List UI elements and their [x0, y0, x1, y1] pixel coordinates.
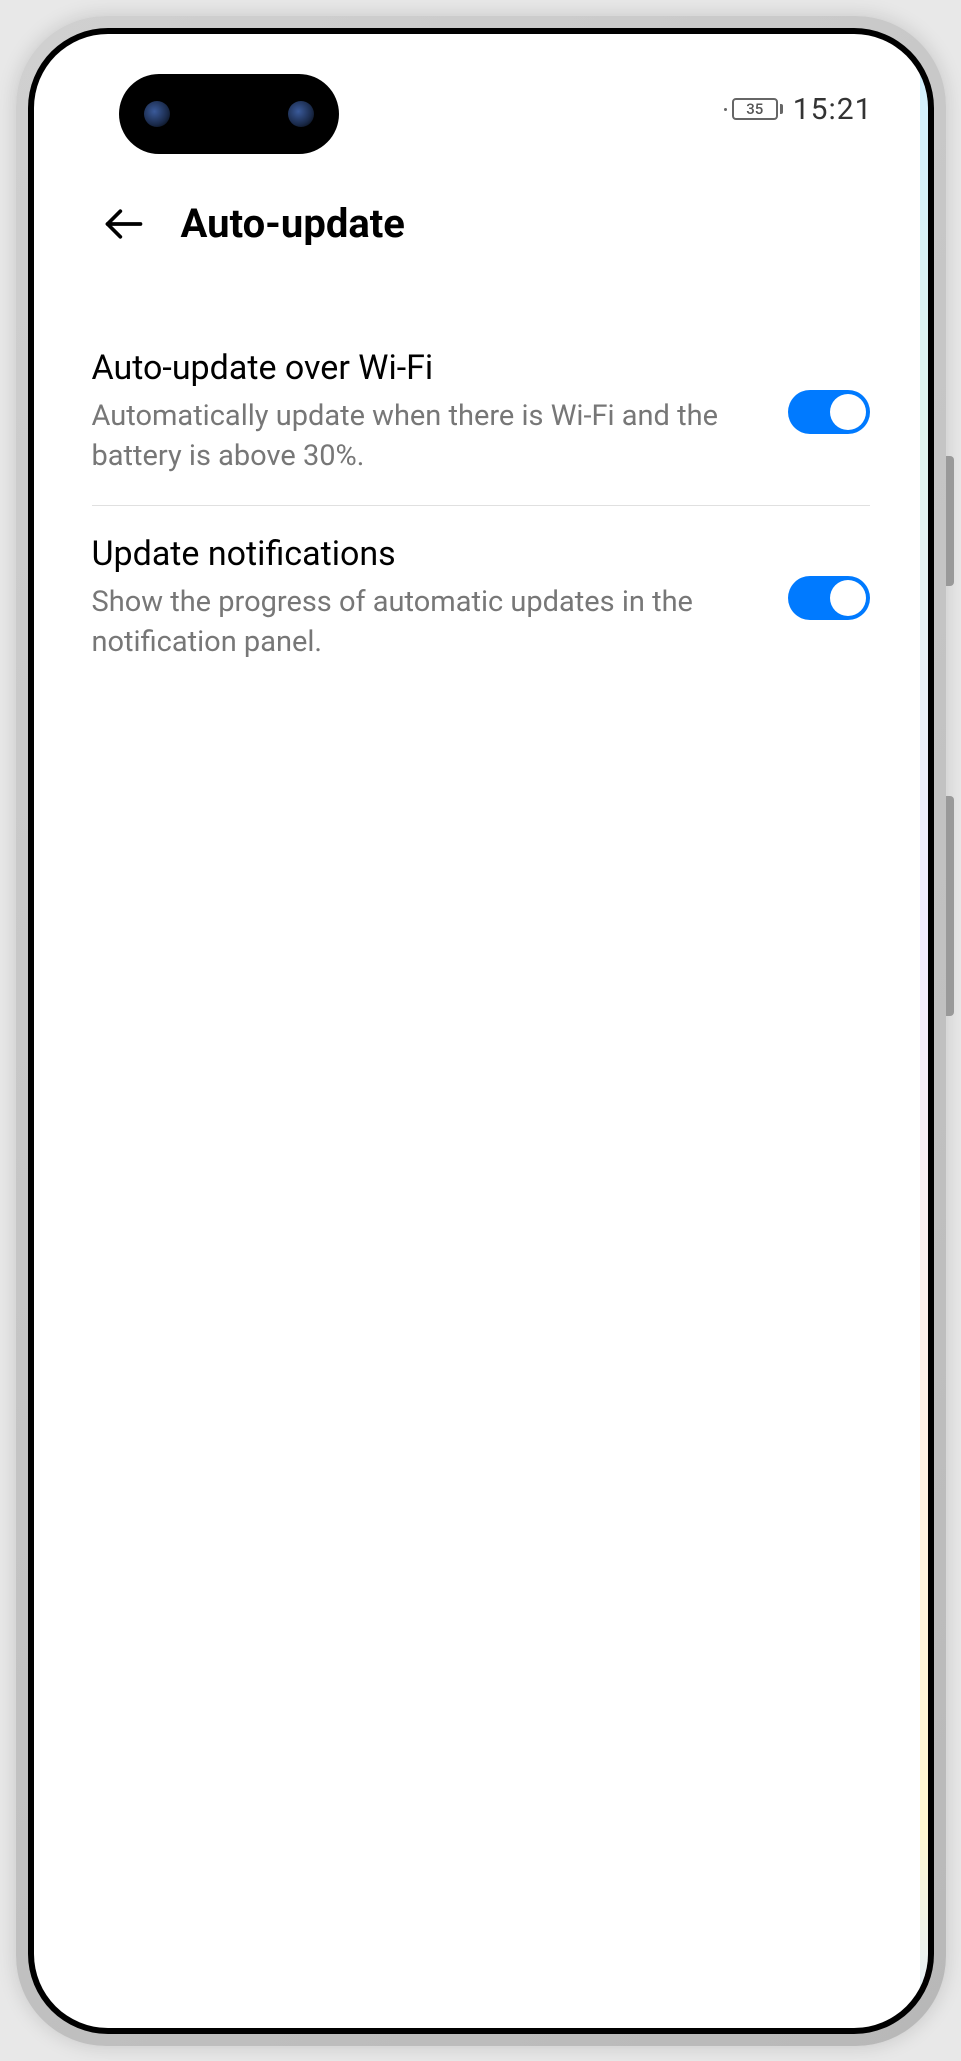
setting-title: Auto-update over Wi-Fi: [92, 348, 758, 388]
phone-bezel: 35 15:21 Auto-update: [28, 28, 934, 2034]
toggle-update-notifications[interactable]: [788, 576, 870, 620]
camera-lens-right: [288, 101, 314, 127]
setting-title: Update notifications: [92, 534, 758, 574]
status-bar: 35 15:21: [724, 92, 873, 127]
page-header: Auto-update: [99, 199, 863, 249]
battery-icon: 35: [732, 98, 778, 120]
battery-tip-icon: [780, 104, 783, 114]
camera-lens-left: [144, 101, 170, 127]
toggle-auto-update-wifi[interactable]: [788, 390, 870, 434]
clock-time: 15:21: [793, 92, 873, 127]
arrow-left-icon: [102, 202, 146, 246]
page-title: Auto-update: [181, 200, 405, 247]
setting-update-notifications[interactable]: Update notifications Show the progress o…: [92, 510, 870, 687]
setting-description: Automatically update when there is Wi-Fi…: [92, 396, 758, 477]
signal-dot: [724, 108, 727, 111]
setting-text-block: Auto-update over Wi-Fi Automatically upd…: [92, 348, 758, 477]
setting-text-block: Update notifications Show the progress o…: [92, 534, 758, 663]
curved-edge-reflection: [920, 34, 928, 2028]
setting-auto-update-wifi[interactable]: Auto-update over Wi-Fi Automatically upd…: [92, 324, 870, 501]
camera-cutout: [119, 74, 339, 154]
setting-description: Show the progress of automatic updates i…: [92, 582, 758, 663]
phone-frame: 35 15:21 Auto-update: [16, 16, 946, 2046]
divider: [92, 505, 870, 506]
battery-indicator: 35: [724, 98, 783, 120]
back-button[interactable]: [99, 199, 149, 249]
settings-list: Auto-update over Wi-Fi Automatically upd…: [92, 324, 870, 687]
screen: 35 15:21 Auto-update: [34, 34, 928, 2028]
battery-percent: 35: [746, 100, 763, 118]
